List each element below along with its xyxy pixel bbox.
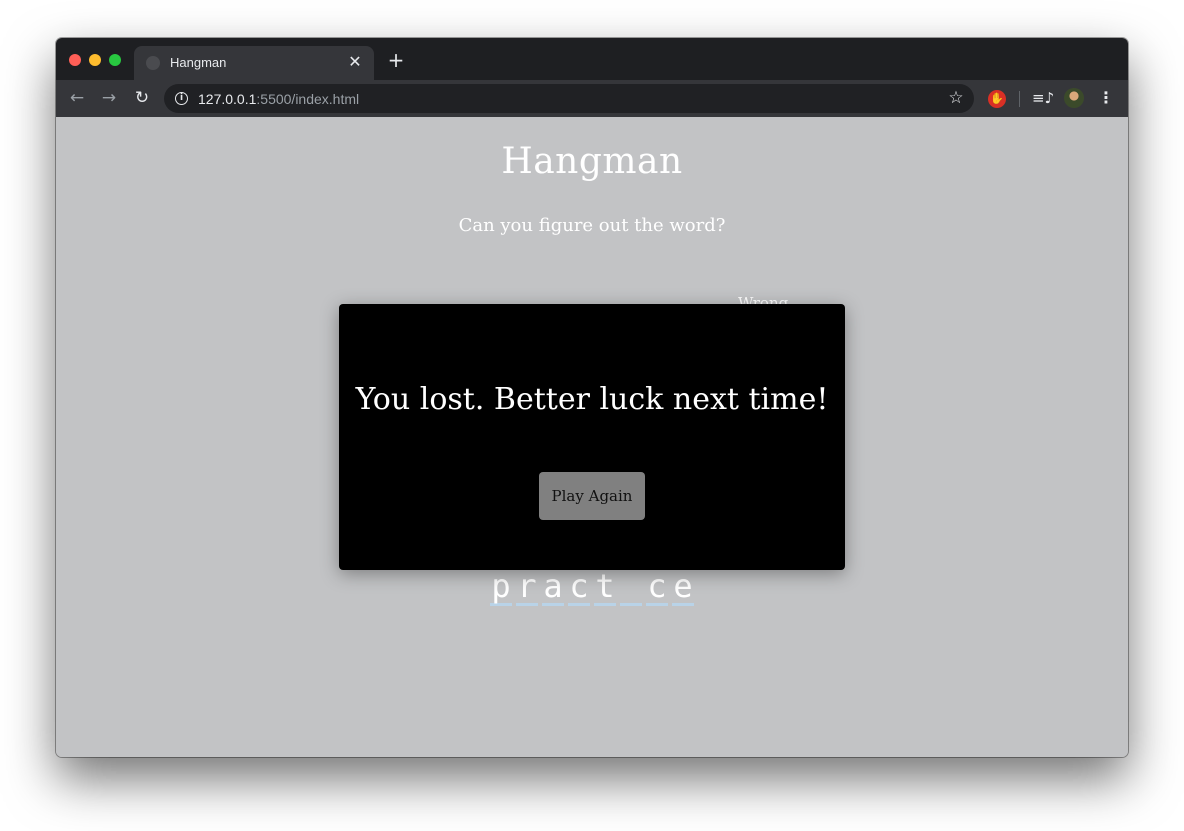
back-arrow-icon[interactable]: ← xyxy=(67,88,87,108)
info-icon[interactable]: i xyxy=(175,92,188,105)
maximize-window-button[interactable] xyxy=(109,54,121,66)
address-bar[interactable]: i 127.0.0.1:5500/index.html ☆ xyxy=(164,84,974,113)
tab-hangman[interactable]: Hangman ✕ xyxy=(134,46,374,80)
word-letter: p xyxy=(490,567,512,606)
word-letter: e xyxy=(672,567,694,606)
word-letter: a xyxy=(542,567,564,606)
browser-toolbar: ← → ↻ i 127.0.0.1:5500/index.html ☆ ✋ ≡♪… xyxy=(56,80,1128,117)
minimize-window-button[interactable] xyxy=(89,54,101,66)
play-again-button[interactable]: Play Again xyxy=(539,472,645,520)
page-title: Hangman xyxy=(501,141,683,182)
playlist-icon[interactable]: ≡♪ xyxy=(1032,89,1054,107)
page-viewport: Hangman Can you figure out the word? Wro… xyxy=(56,117,1128,757)
url-text[interactable]: 127.0.0.1:5500/index.html xyxy=(198,91,359,107)
game-over-popup: You lost. Better luck next time! Play Ag… xyxy=(339,304,845,570)
word-letter: t xyxy=(594,567,616,606)
word-letter xyxy=(620,569,642,606)
tab-title: Hangman xyxy=(170,55,227,70)
close-window-button[interactable] xyxy=(69,54,81,66)
page-subtitle: Can you figure out the word? xyxy=(458,215,726,236)
close-tab-icon[interactable]: ✕ xyxy=(346,53,364,71)
hand-stop-icon[interactable]: ✋ xyxy=(988,90,1006,108)
reload-icon[interactable]: ↻ xyxy=(132,88,152,108)
url-host: 127.0.0.1 xyxy=(198,91,257,107)
popup-message: You lost. Better luck next time! xyxy=(355,382,829,417)
wrong-letters-label: Wrong xyxy=(738,294,789,304)
forward-arrow-icon[interactable]: → xyxy=(99,88,119,108)
word-letter: c xyxy=(568,567,590,606)
browser-window: Hangman ✕ + ← → ↻ i 127.0.0.1:5500/index… xyxy=(56,38,1128,757)
new-tab-button[interactable]: + xyxy=(386,50,406,70)
kebab-menu-icon[interactable]: ⋮ xyxy=(1096,88,1116,108)
tab-strip: Hangman ✕ + xyxy=(56,38,1128,80)
avatar[interactable] xyxy=(1064,88,1084,108)
globe-icon xyxy=(146,56,160,70)
word-letter: c xyxy=(646,567,668,606)
url-path: :5500/index.html xyxy=(256,91,360,107)
word-letter: r xyxy=(516,567,538,606)
bookmark-star-icon[interactable]: ☆ xyxy=(947,89,965,107)
word-display: p r a c t c e xyxy=(490,569,694,606)
toolbar-divider xyxy=(1019,91,1020,107)
